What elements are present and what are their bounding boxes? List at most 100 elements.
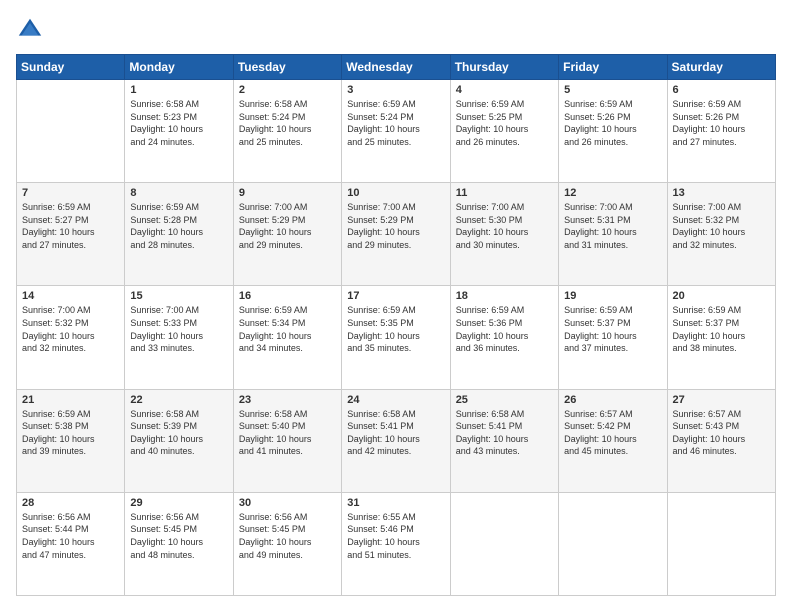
column-header-monday: Monday bbox=[125, 55, 233, 80]
calendar-cell: 4 Sunrise: 6:59 AM Sunset: 5:25 PM Daylig… bbox=[450, 80, 558, 183]
day-number: 27 bbox=[673, 394, 770, 406]
calendar-cell: 15 Sunrise: 7:00 AM Sunset: 5:33 PM Dayli… bbox=[125, 286, 233, 389]
day-info: Sunrise: 7:00 AM Sunset: 5:32 PM Dayligh… bbox=[22, 304, 119, 354]
day-number: 20 bbox=[673, 290, 770, 302]
day-info: Sunrise: 6:57 AM Sunset: 5:43 PM Dayligh… bbox=[673, 408, 770, 458]
day-info: Sunrise: 6:59 AM Sunset: 5:27 PM Dayligh… bbox=[22, 201, 119, 251]
column-header-tuesday: Tuesday bbox=[233, 55, 341, 80]
calendar-cell: 27 Sunrise: 6:57 AM Sunset: 5:43 PM Dayli… bbox=[667, 389, 775, 492]
calendar-cell: 18 Sunrise: 6:59 AM Sunset: 5:36 PM Dayli… bbox=[450, 286, 558, 389]
day-number: 21 bbox=[22, 394, 119, 406]
day-number: 28 bbox=[22, 497, 119, 509]
day-info: Sunrise: 6:59 AM Sunset: 5:28 PM Dayligh… bbox=[130, 201, 227, 251]
day-info: Sunrise: 6:55 AM Sunset: 5:46 PM Dayligh… bbox=[347, 511, 444, 561]
day-number: 25 bbox=[456, 394, 553, 406]
day-number: 17 bbox=[347, 290, 444, 302]
day-number: 11 bbox=[456, 187, 553, 199]
day-number: 2 bbox=[239, 84, 336, 96]
calendar-cell: 5 Sunrise: 6:59 AM Sunset: 5:26 PM Daylig… bbox=[559, 80, 667, 183]
calendar-cell: 16 Sunrise: 6:59 AM Sunset: 5:34 PM Dayli… bbox=[233, 286, 341, 389]
header bbox=[16, 16, 776, 44]
day-number: 16 bbox=[239, 290, 336, 302]
calendar-cell: 6 Sunrise: 6:59 AM Sunset: 5:26 PM Daylig… bbox=[667, 80, 775, 183]
column-header-saturday: Saturday bbox=[667, 55, 775, 80]
day-info: Sunrise: 6:59 AM Sunset: 5:37 PM Dayligh… bbox=[564, 304, 661, 354]
day-number: 26 bbox=[564, 394, 661, 406]
calendar-cell bbox=[667, 492, 775, 595]
calendar-cell: 9 Sunrise: 7:00 AM Sunset: 5:29 PM Daylig… bbox=[233, 183, 341, 286]
day-number: 19 bbox=[564, 290, 661, 302]
calendar-cell: 30Sunrise: 6:56 AM Sunset: 5:45 PM Dayli… bbox=[233, 492, 341, 595]
day-info: Sunrise: 6:58 AM Sunset: 5:24 PM Dayligh… bbox=[239, 98, 336, 148]
day-number: 5 bbox=[564, 84, 661, 96]
calendar-cell: 19 Sunrise: 6:59 AM Sunset: 5:37 PM Dayli… bbox=[559, 286, 667, 389]
day-info: Sunrise: 7:00 AM Sunset: 5:30 PM Dayligh… bbox=[456, 201, 553, 251]
calendar-header-row: SundayMondayTuesdayWednesdayThursdayFrid… bbox=[17, 55, 776, 80]
calendar-cell: 28 Sunrise: 6:56 AM Sunset: 5:44 PM Dayli… bbox=[17, 492, 125, 595]
day-number: 4 bbox=[456, 84, 553, 96]
day-info: Sunrise: 6:57 AM Sunset: 5:42 PM Dayligh… bbox=[564, 408, 661, 458]
logo-icon bbox=[16, 16, 44, 44]
day-info: Sunrise: 6:59 AM Sunset: 5:26 PM Dayligh… bbox=[564, 98, 661, 148]
calendar-cell: 2 Sunrise: 6:58 AM Sunset: 5:24 PM Daylig… bbox=[233, 80, 341, 183]
day-number: 1 bbox=[130, 84, 227, 96]
calendar-cell bbox=[559, 492, 667, 595]
calendar-cell: 12Sunrise: 7:00 AM Sunset: 5:31 PM Dayli… bbox=[559, 183, 667, 286]
day-number: 31 bbox=[347, 497, 444, 509]
day-number: 18 bbox=[456, 290, 553, 302]
column-header-friday: Friday bbox=[559, 55, 667, 80]
day-number: 8 bbox=[130, 187, 227, 199]
day-number: 14 bbox=[22, 290, 119, 302]
day-info: Sunrise: 6:59 AM Sunset: 5:26 PM Dayligh… bbox=[673, 98, 770, 148]
day-number: 6 bbox=[673, 84, 770, 96]
column-header-sunday: Sunday bbox=[17, 55, 125, 80]
calendar-cell bbox=[450, 492, 558, 595]
day-number: 22 bbox=[130, 394, 227, 406]
day-number: 15 bbox=[130, 290, 227, 302]
day-info: Sunrise: 6:58 AM Sunset: 5:23 PM Dayligh… bbox=[130, 98, 227, 148]
day-info: Sunrise: 6:59 AM Sunset: 5:36 PM Dayligh… bbox=[456, 304, 553, 354]
calendar-week-1: 1 Sunrise: 6:58 AM Sunset: 5:23 PM Daylig… bbox=[17, 80, 776, 183]
calendar-cell: 26 Sunrise: 6:57 AM Sunset: 5:42 PM Dayli… bbox=[559, 389, 667, 492]
calendar-cell: 1 Sunrise: 6:58 AM Sunset: 5:23 PM Daylig… bbox=[125, 80, 233, 183]
calendar-cell: 14 Sunrise: 7:00 AM Sunset: 5:32 PM Dayli… bbox=[17, 286, 125, 389]
day-info: Sunrise: 6:56 AM Sunset: 5:44 PM Dayligh… bbox=[22, 511, 119, 561]
calendar-cell: 21 Sunrise: 6:59 AM Sunset: 5:38 PM Dayli… bbox=[17, 389, 125, 492]
calendar-cell: 8 Sunrise: 6:59 AM Sunset: 5:28 PM Daylig… bbox=[125, 183, 233, 286]
day-info: Sunrise: 7:00 AM Sunset: 5:29 PM Dayligh… bbox=[239, 201, 336, 251]
calendar-cell: 31 Sunrise: 6:55 AM Sunset: 5:46 PM Dayli… bbox=[342, 492, 450, 595]
column-header-wednesday: Wednesday bbox=[342, 55, 450, 80]
day-number: 3 bbox=[347, 84, 444, 96]
day-number: 7 bbox=[22, 187, 119, 199]
day-info: Sunrise: 6:56 AM Sunset: 5:45 PM Dayligh… bbox=[130, 511, 227, 561]
day-info: Sunrise: 7:00 AM Sunset: 5:33 PM Dayligh… bbox=[130, 304, 227, 354]
day-info: Sunrise: 6:59 AM Sunset: 5:24 PM Dayligh… bbox=[347, 98, 444, 148]
day-info: Sunrise: 6:59 AM Sunset: 5:38 PM Dayligh… bbox=[22, 408, 119, 458]
day-info: Sunrise: 6:59 AM Sunset: 5:37 PM Dayligh… bbox=[673, 304, 770, 354]
day-info: Sunrise: 6:58 AM Sunset: 5:41 PM Dayligh… bbox=[347, 408, 444, 458]
day-number: 24 bbox=[347, 394, 444, 406]
calendar-cell: 11 Sunrise: 7:00 AM Sunset: 5:30 PM Dayli… bbox=[450, 183, 558, 286]
day-info: Sunrise: 7:00 AM Sunset: 5:31 PM Dayligh… bbox=[564, 201, 661, 251]
calendar-cell: 13Sunrise: 7:00 AM Sunset: 5:32 PM Dayli… bbox=[667, 183, 775, 286]
day-number: 13 bbox=[673, 187, 770, 199]
day-info: Sunrise: 6:59 AM Sunset: 5:34 PM Dayligh… bbox=[239, 304, 336, 354]
calendar-cell: 20 Sunrise: 6:59 AM Sunset: 5:37 PM Dayli… bbox=[667, 286, 775, 389]
day-info: Sunrise: 6:58 AM Sunset: 5:39 PM Dayligh… bbox=[130, 408, 227, 458]
calendar-week-2: 7 Sunrise: 6:59 AM Sunset: 5:27 PM Daylig… bbox=[17, 183, 776, 286]
calendar-cell: 7 Sunrise: 6:59 AM Sunset: 5:27 PM Daylig… bbox=[17, 183, 125, 286]
calendar-cell: 22 Sunrise: 6:58 AM Sunset: 5:39 PM Dayli… bbox=[125, 389, 233, 492]
calendar-week-4: 21 Sunrise: 6:59 AM Sunset: 5:38 PM Dayli… bbox=[17, 389, 776, 492]
day-number: 9 bbox=[239, 187, 336, 199]
day-number: 23 bbox=[239, 394, 336, 406]
calendar-cell: 25Sunrise: 6:58 AM Sunset: 5:41 PM Dayli… bbox=[450, 389, 558, 492]
calendar-cell bbox=[17, 80, 125, 183]
calendar-week-3: 14 Sunrise: 7:00 AM Sunset: 5:32 PM Dayli… bbox=[17, 286, 776, 389]
day-info: Sunrise: 7:00 AM Sunset: 5:29 PM Dayligh… bbox=[347, 201, 444, 251]
logo bbox=[16, 16, 48, 44]
day-info: Sunrise: 6:59 AM Sunset: 5:25 PM Dayligh… bbox=[456, 98, 553, 148]
day-info: Sunrise: 6:59 AM Sunset: 5:35 PM Dayligh… bbox=[347, 304, 444, 354]
page: SundayMondayTuesdayWednesdayThursdayFrid… bbox=[0, 0, 792, 612]
column-header-thursday: Thursday bbox=[450, 55, 558, 80]
day-number: 30 bbox=[239, 497, 336, 509]
